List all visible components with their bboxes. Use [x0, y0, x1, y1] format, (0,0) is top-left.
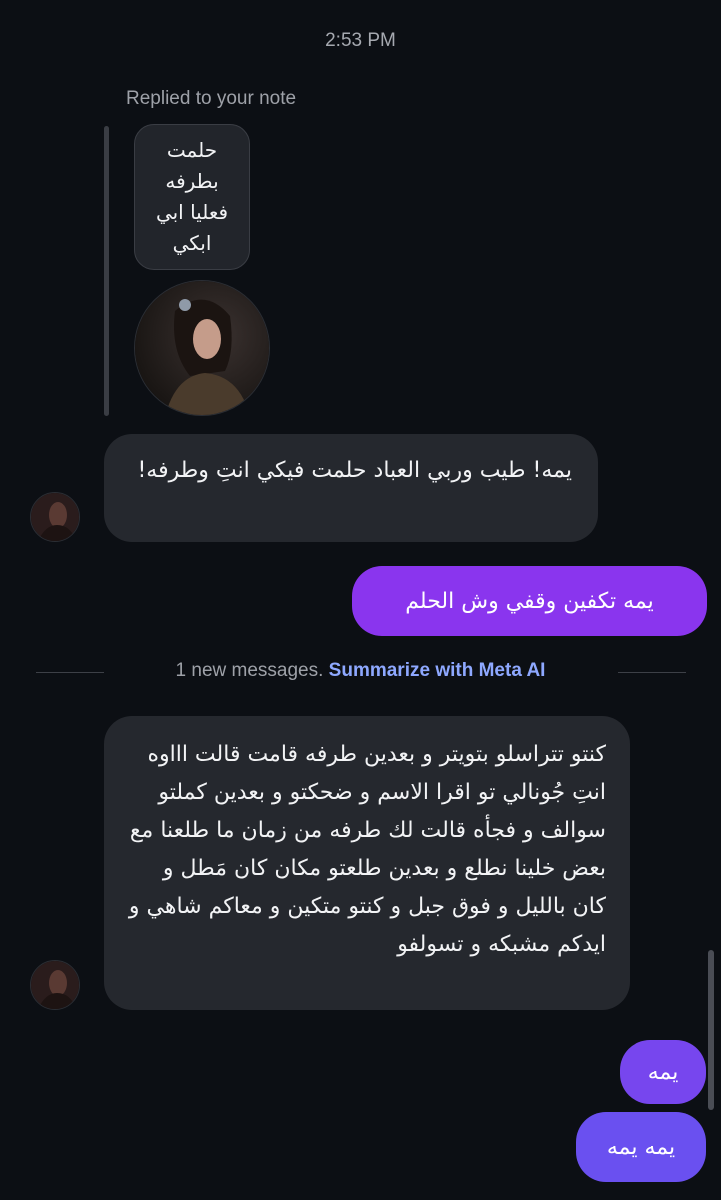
note-bubble[interactable]: حلمت بطرفه فعليا ابي ابكي	[134, 124, 250, 270]
message-text: كنتو تتراسلو بتويتر و بعدين طرفه قامت قا…	[128, 742, 606, 957]
new-messages-divider: 1 new messages. Summarize with Meta AI	[0, 660, 721, 686]
message-text: يمه! طيب وربي العباد حلمت فيكي انتِ وطرف…	[137, 458, 572, 483]
divider-line-right	[618, 672, 686, 673]
note-text: حلمت بطرفه فعليا ابي ابكي	[155, 138, 229, 255]
sender-avatar[interactable]	[30, 960, 80, 1010]
message-incoming-2[interactable]: كنتو تتراسلو بتويتر و بعدين طرفه قامت قا…	[104, 716, 630, 1010]
new-messages-count: 1 new messages.	[175, 660, 324, 681]
message-outgoing-2[interactable]: يمه	[620, 1040, 706, 1104]
message-outgoing-3[interactable]: يمه يمه	[576, 1112, 706, 1182]
reply-bar	[104, 126, 109, 416]
scrollbar[interactable]	[708, 950, 714, 1110]
reply-label: Replied to your note	[126, 88, 297, 109]
message-text: يمه تكفين وقفي وش الحلم	[405, 588, 654, 614]
summarize-meta-ai-link[interactable]: Summarize with Meta AI	[329, 660, 546, 681]
message-outgoing-1[interactable]: يمه تكفين وقفي وش الحلم	[352, 566, 707, 636]
message-text: يمه يمه	[606, 1134, 676, 1160]
sender-avatar[interactable]	[30, 492, 80, 542]
message-incoming-1[interactable]: يمه! طيب وربي العباد حلمت فيكي انتِ وطرف…	[104, 434, 598, 542]
message-text: يمه	[647, 1059, 679, 1085]
divider-text: 1 new messages. Summarize with Meta AI	[0, 660, 721, 682]
note-avatar[interactable]	[134, 280, 270, 416]
timestamp: 2:53 PM	[325, 30, 396, 51]
